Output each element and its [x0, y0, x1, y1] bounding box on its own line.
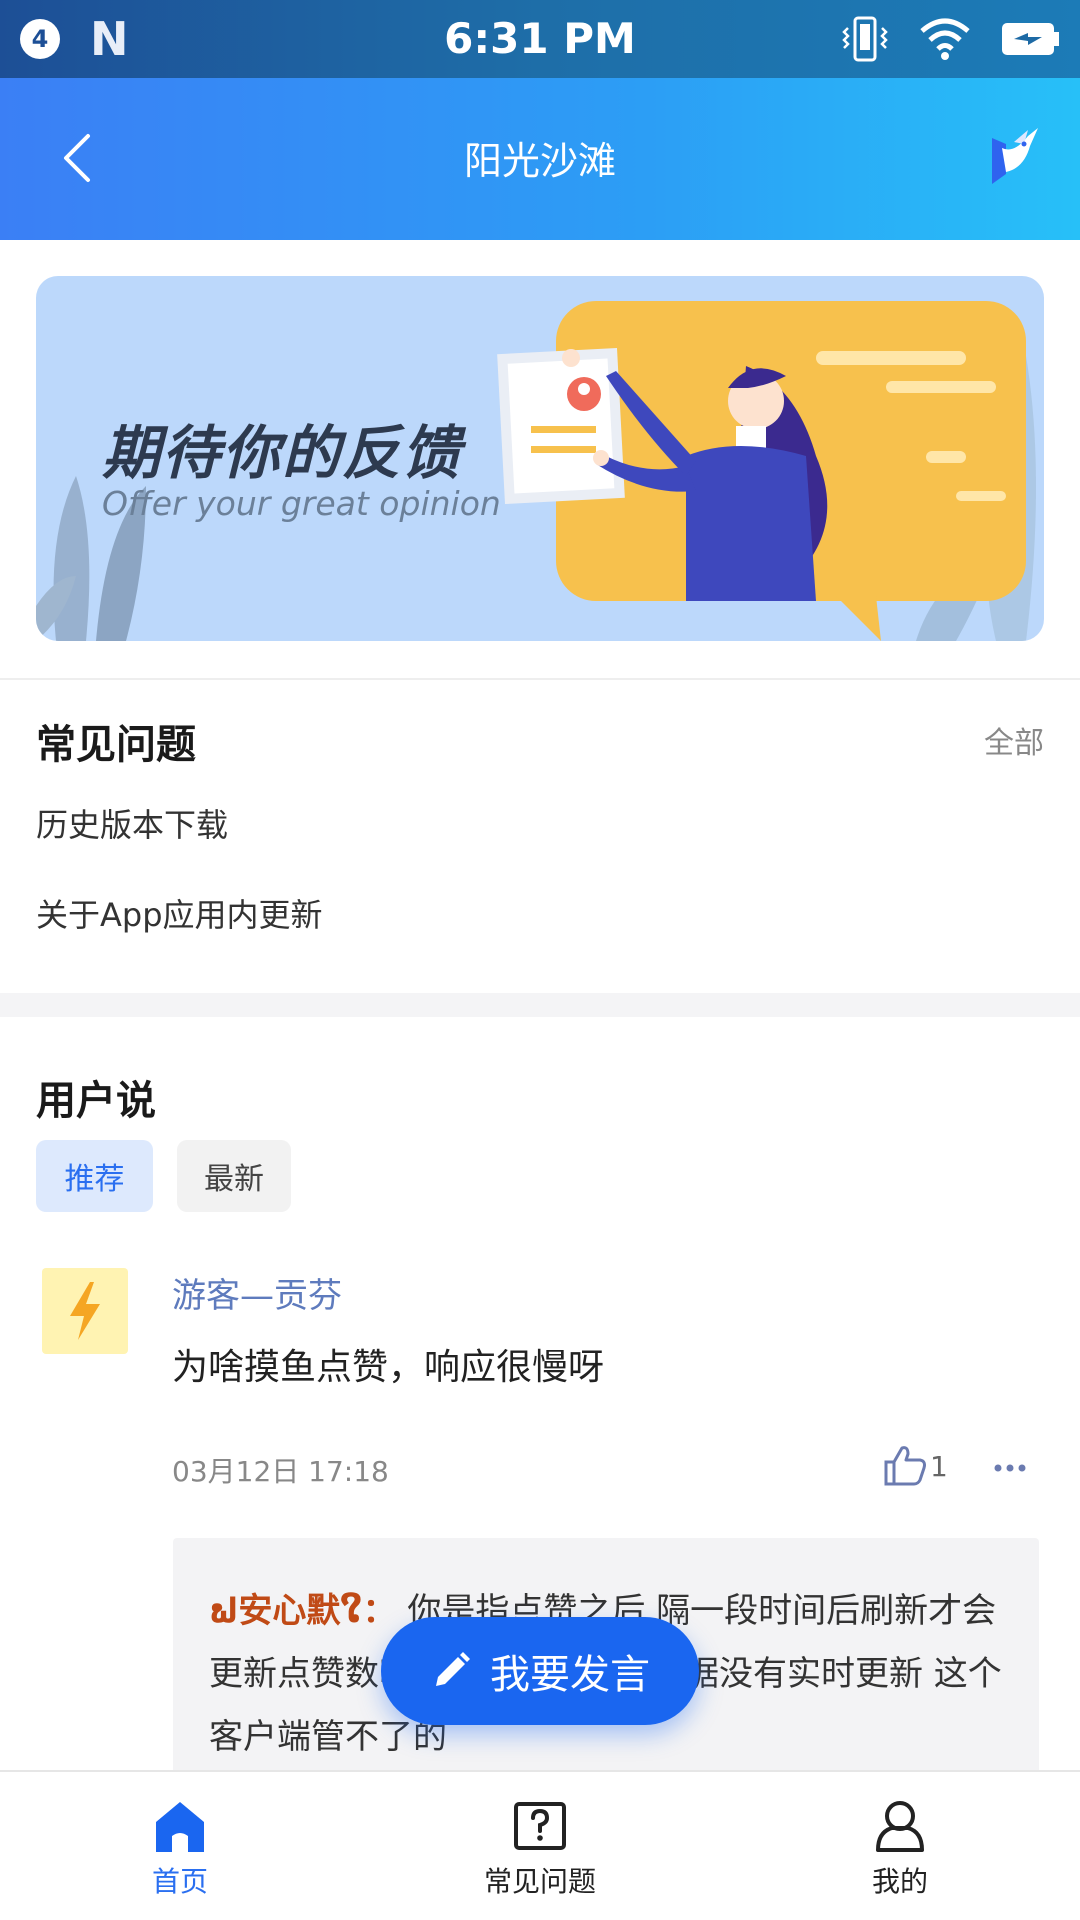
nav-home-label: 首页 — [151, 1865, 208, 1898]
banner-subtitle: Offer your great opinion — [102, 484, 501, 523]
post-timestamp: 03月12日 17:18 — [172, 1455, 389, 1488]
more-options-icon[interactable] — [992, 1448, 1028, 1488]
nav-faq[interactable]: 常见问题 — [360, 1772, 720, 1920]
app-bar: 阳光沙滩 — [0, 78, 1080, 240]
post-comment-label: 我要发言 — [490, 1652, 650, 1698]
user-say-title: 用户说 — [36, 1078, 156, 1124]
reply-author[interactable]: ຟ安心默ໃ： — [209, 1591, 397, 1631]
status-bar: 4 N 6:31 PM — [0, 0, 1080, 78]
tab-latest[interactable]: 最新 — [177, 1140, 291, 1212]
nav-faq-label: 常见问题 — [483, 1865, 596, 1898]
nav-mine-label: 我的 — [871, 1865, 928, 1898]
bottom-nav: 首页 常见问题 我的 — [0, 1770, 1080, 1920]
faq-all-link[interactable]: 全部 — [984, 718, 1044, 762]
post-text: 为啥摸鱼点赞，响应很慢呀 — [172, 1347, 605, 1388]
like-count: 1 — [930, 1450, 948, 1483]
app-logo-icon[interactable] — [984, 124, 1044, 188]
n-app-icon: N — [90, 12, 129, 66]
lightning-icon — [70, 1282, 100, 1340]
nav-home[interactable]: 首页 — [0, 1772, 360, 1920]
post-comment-button[interactable]: 我要发言 — [381, 1617, 699, 1725]
page-title: 阳光沙滩 — [463, 139, 616, 183]
home-icon — [156, 1802, 204, 1852]
faq-item-app-update[interactable]: 关于App应用内更新 — [36, 890, 323, 936]
question-icon — [514, 1802, 566, 1850]
section-separator — [0, 993, 1080, 1017]
banner-title: 期待你的反馈 — [102, 419, 463, 487]
vibrate-icon — [842, 16, 888, 62]
tab-recommended[interactable]: 推荐 — [36, 1140, 153, 1212]
battery-charging-icon — [1002, 23, 1059, 55]
divider — [0, 678, 1080, 680]
status-icons — [840, 14, 1060, 64]
faq-section-title: 常见问题 — [36, 722, 196, 768]
notification-count-badge: 4 — [20, 19, 60, 59]
nav-mine[interactable]: 我的 — [720, 1772, 1080, 1920]
avatar[interactable] — [42, 1268, 128, 1354]
wifi-icon — [920, 18, 970, 60]
user-icon — [876, 1801, 924, 1852]
thumbs-up-icon[interactable] — [880, 1440, 930, 1490]
feedback-banner[interactable]: 期待你的反馈 Offer your great opinion — [36, 276, 1044, 641]
post-author[interactable]: 游客—贡芬 — [172, 1268, 342, 1317]
faq-item-history-download[interactable]: 历史版本下载 — [36, 800, 228, 846]
pencil-icon — [436, 1652, 470, 1686]
